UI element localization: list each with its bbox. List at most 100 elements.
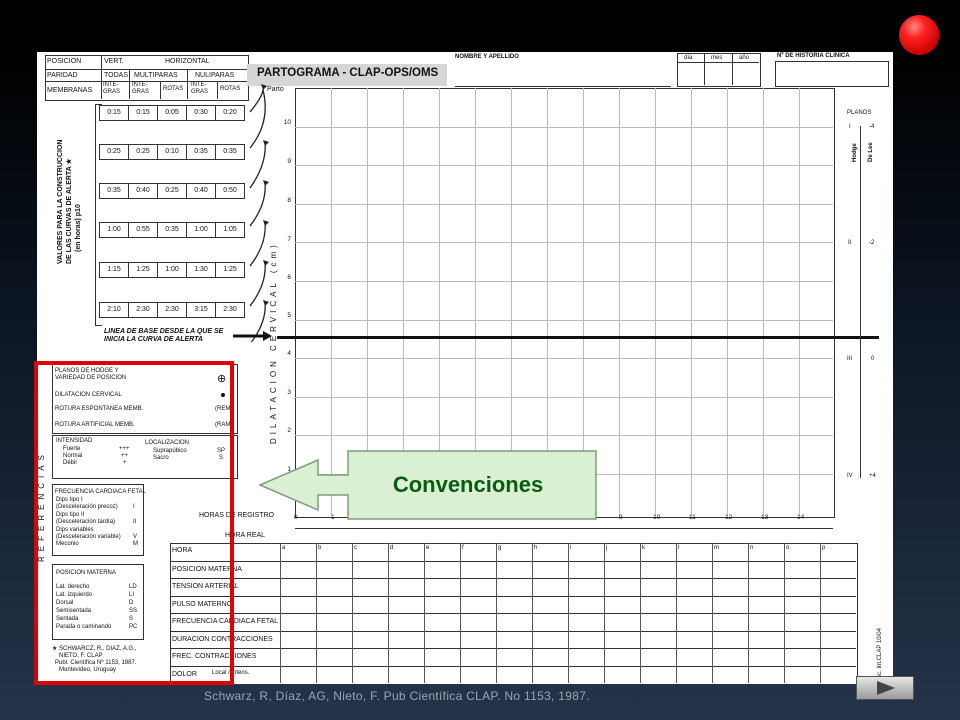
form-code: Esc. Int.CLAP 10/04 [877,628,883,682]
dia-label: día [684,55,693,61]
alert-row-6: 2:10 2:30 2:30 3:15 2:30 [99,302,245,318]
table-row: PULSO MATERNO [170,595,856,614]
plane-de-lee: +4 [869,473,876,479]
alert-value: 0:15 [129,106,158,120]
paridad-label: PARIDAD [47,72,78,79]
x-tick: 10 [653,514,661,521]
alert-value: 0:05 [158,106,187,120]
alert-value: 1:30 [187,263,216,277]
alert-row-5: 1:15 1:25 1:00 1:30 1:25 [99,262,245,278]
grid-vertical-line [655,88,656,516]
column-letter: c [354,545,357,551]
column-letter: d [390,545,394,551]
historia-field[interactable] [775,61,889,87]
column-letter: o [786,545,790,551]
grid-horizontal-line [295,165,833,167]
alert-value: 0:15 [100,106,129,120]
alert-value: 0:55 [129,223,158,237]
plane-de-lee: 0 [871,356,875,362]
column-letter: a [282,545,286,551]
column-letter: l [678,545,680,551]
column-letter: m [714,545,719,551]
baseline-arrow [233,331,272,341]
multiparas-label: MULTIPARAS [134,72,178,79]
alert-value: 0:25 [158,184,187,198]
table-row: POSICION MATERNA [170,560,856,579]
posicion-label: POSICION [47,58,82,65]
alert-value: 2:30 [158,303,187,317]
table-row: FREC. CONTRACCIONES [170,648,856,666]
y-axis-label: DILATACION CERVICAL (cm) [269,241,278,444]
alert-value: 1:25 [129,263,158,277]
y-tick: 10 [283,119,291,126]
y-tick: 7 [287,236,291,243]
alert-value: 0:40 [187,184,216,198]
col-integras-3: INTE- GRAS [191,82,209,95]
baseline-label: LINEA DE BASE DESDE LA QUE SE INICIA LA … [104,328,224,343]
table-col-divider [784,543,785,683]
grid-vertical-line [799,88,800,516]
table-row: FRECUENCIA CARDIACA FETAL [170,613,856,631]
alert-value: 2:10 [100,303,129,317]
alert-values-label-1: VALORES PARA LA CONSTRUCCION [57,139,64,264]
parto-label: Parto [267,86,284,93]
grid-horizontal-line [295,396,833,398]
column-letter: i [570,545,572,551]
y-tick: 6 [287,274,291,281]
membranas-label: MEMBRANAS [47,87,93,94]
y-tick: 5 [287,312,291,319]
table-col-divider [676,543,677,683]
table-col-divider [604,543,605,683]
column-letter: h [534,545,538,551]
table-row: TENSION ARTERIAL [170,578,856,596]
citation-footer: Schwarz, R, Díaz, AG, Nieto, F. Pub Cien… [204,689,590,703]
column-letter: e [426,545,430,551]
nombre-label: NOMBRE Y APELLIDO [455,54,519,60]
y-tick: 2 [287,427,291,434]
page-title: PARTOGRAMA - CLAP-OPS/OMS [257,67,439,79]
nuliparas-label: NULIPARAS [195,72,235,79]
plane-hodge: II [848,240,852,246]
alert-value: 0:35 [158,223,187,237]
x-tick: 14 [797,514,805,521]
grid-horizontal-line [295,242,833,244]
table-row: DOLOR [170,665,856,684]
y-tick: 3 [287,389,291,396]
grid-horizontal-line [295,319,833,321]
table-row: DURACION CONTRACCIONES [170,630,856,649]
alert-value: 0:35 [187,145,216,159]
grid-horizontal-line [295,281,833,282]
x-tick: 13 [761,514,769,521]
nombre-field[interactable] [455,62,671,87]
alert-row-3: 0:35 0:40 0:25 0:40 0:50 [99,183,245,199]
next-slide-button[interactable] [856,676,914,700]
table-col-divider [280,543,281,683]
plane-hodge: III [847,356,853,362]
grid-horizontal-line [295,203,833,205]
alert-value: 0:25 [100,145,129,159]
alert-value: 0:35 [100,184,129,198]
col-rotas-1: ROTAS [163,86,184,92]
col-integras-1: INTE- GRAS [103,82,121,95]
y-tick: 4 [287,350,291,357]
grid-horizontal-line [295,358,833,360]
de-lee-label: De Lee [868,142,874,162]
alert-value: 1:00 [187,223,216,237]
hora-real-row [295,528,833,541]
table-col-divider [496,543,497,683]
plane-hodge: IV [847,473,853,479]
table-col-divider [316,543,317,683]
plane-hodge: I [849,124,851,130]
plane-de-lee: -4 [869,124,875,130]
record-button[interactable] [899,15,939,55]
table-col-divider [820,543,821,683]
todas-label: TODAS [104,72,128,79]
table-col-divider [640,543,641,683]
hodge-label: Hodge [852,143,858,162]
table-col-divider [388,543,389,683]
table-col-divider [712,543,713,683]
alert-baseline [277,336,879,339]
table-col-divider [748,543,749,683]
x-tick: 9 [619,514,623,521]
y-tick: 9 [287,158,291,165]
